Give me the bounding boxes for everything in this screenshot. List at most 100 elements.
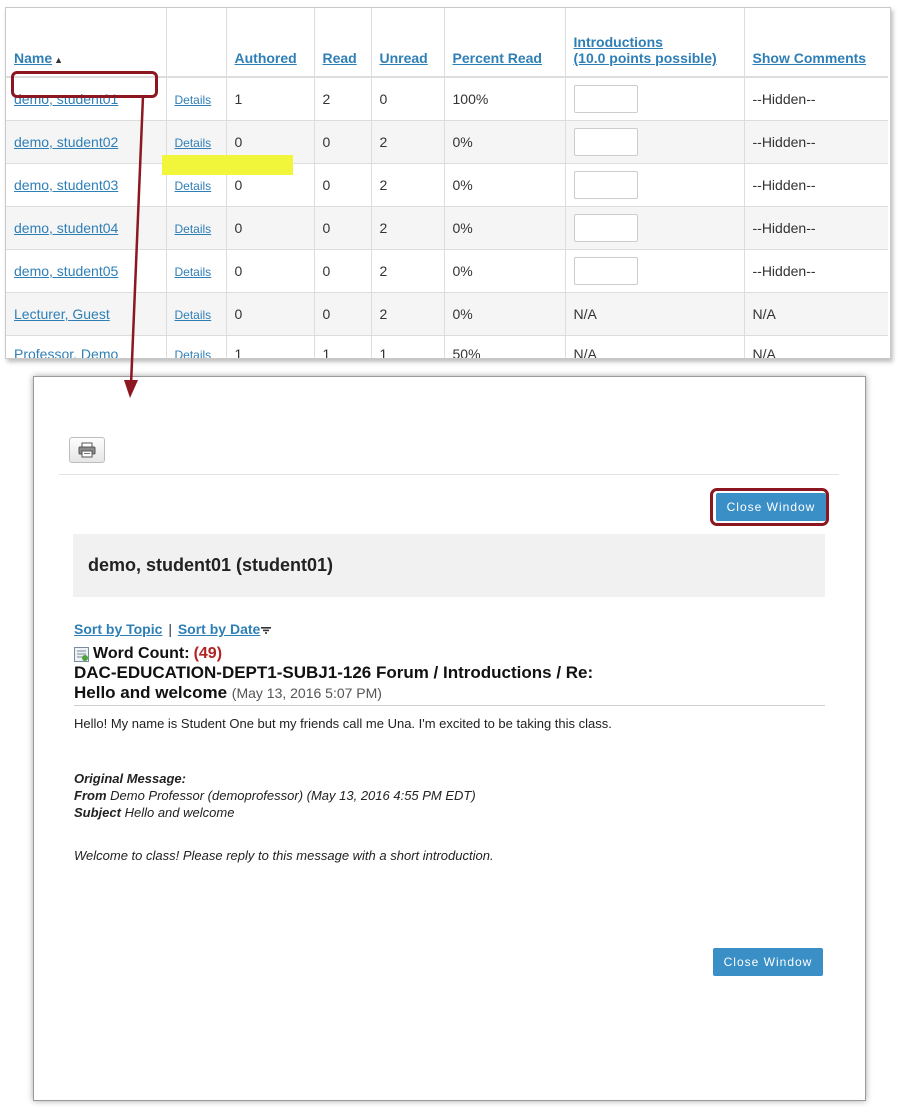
callout-close-window: [710, 488, 829, 526]
student-name-link[interactable]: demo, student04: [14, 220, 118, 236]
table-row: demo, student04 Details 0 0 2 0% --Hidde…: [6, 206, 888, 250]
sort-links: Sort by Topic | Sort by Date: [74, 621, 272, 637]
toolbar-divider: [59, 474, 839, 475]
original-message: Original Message: From Demo Professor (d…: [74, 770, 476, 821]
callout-student-name: [11, 71, 158, 98]
sort-by-read-link[interactable]: Read: [323, 50, 357, 66]
introductions-cell: N/A: [565, 292, 745, 336]
show-comments-link[interactable]: Show Comments: [753, 50, 867, 66]
percent-read-cell: 0%: [444, 206, 566, 250]
from-label: From: [74, 788, 107, 803]
sort-by-name-link[interactable]: Name: [14, 50, 52, 66]
comments-cell: --Hidden--: [744, 206, 888, 250]
table-row: demo, student05 Details 0 0 2 0% --Hidde…: [6, 249, 888, 293]
unread-cell: 2: [371, 206, 445, 250]
printer-icon: [78, 442, 96, 458]
details-popup-window: Close Window demo, student01 (student01)…: [33, 376, 866, 1101]
authored-cell: 1: [226, 335, 315, 358]
student-name-link[interactable]: demo, student05: [14, 263, 118, 279]
percent-read-cell: 0%: [444, 292, 566, 336]
header-details: [166, 8, 227, 78]
table-row: demo, student02 Details 0 0 2 0% --Hidde…: [6, 120, 888, 164]
introductions-grade-input[interactable]: [573, 257, 638, 285]
details-link[interactable]: Details: [175, 348, 212, 358]
introductions-cell: N/A: [565, 335, 745, 358]
authored-cell: 0: [226, 163, 315, 207]
original-message-label: Original Message:: [74, 771, 186, 786]
details-link[interactable]: Details: [175, 179, 212, 193]
comments-cell: N/A: [744, 335, 888, 358]
statistics-table: Name ▲ Authored Read Unread Percent Read …: [6, 8, 888, 358]
unread-cell: 1: [371, 335, 445, 358]
introductions-grade-input[interactable]: [573, 85, 638, 113]
introductions-grade-input[interactable]: [573, 171, 638, 199]
forum-statistics-panel: Name ▲ Authored Read Unread Percent Read …: [5, 7, 891, 359]
percent-read-cell: 0%: [444, 120, 566, 164]
unread-cell: 2: [371, 163, 445, 207]
authored-cell: 1: [226, 77, 315, 121]
header-name[interactable]: Name ▲: [6, 8, 167, 78]
percent-read-cell: 50%: [444, 335, 566, 358]
sort-by-percent-read-link[interactable]: Percent Read: [453, 50, 542, 66]
sort-by-unread-link[interactable]: Unread: [380, 50, 428, 66]
introductions-grade-input[interactable]: [573, 128, 638, 156]
student-name-link[interactable]: demo, student02: [14, 134, 118, 150]
percent-read-cell: 100%: [444, 77, 566, 121]
subject-label: Subject: [74, 805, 121, 820]
word-count-value: (49): [193, 645, 223, 662]
read-cell: 0: [314, 292, 372, 336]
word-count-label: Word Count:: [93, 645, 190, 662]
original-message-body: Welcome to class! Please reply to this m…: [74, 848, 494, 863]
unread-cell: 2: [371, 120, 445, 164]
table-row: Lecturer, Guest Details 0 0 2 0% N/A N/A: [6, 292, 888, 336]
print-button[interactable]: [69, 437, 105, 463]
table-row: demo, student03 Details 0 0 2 0% --Hidde…: [6, 163, 888, 207]
introductions-grade-input[interactable]: [573, 214, 638, 242]
sort-by-topic-link[interactable]: Sort by Topic: [74, 621, 162, 637]
read-cell: 2: [314, 77, 372, 121]
read-cell: 0: [314, 163, 372, 207]
read-cell: 0: [314, 206, 372, 250]
table-row: Professor, Demo Details 1 1 1 50% N/A N/…: [6, 335, 888, 358]
percent-read-cell: 0%: [444, 249, 566, 293]
comments-cell: N/A: [744, 292, 888, 336]
details-link[interactable]: Details: [175, 308, 212, 322]
sort-arrow-icon: [261, 627, 272, 634]
sort-by-date-link[interactable]: Sort by Date: [178, 621, 260, 637]
details-link[interactable]: Details: [175, 136, 212, 150]
sort-separator: |: [168, 621, 172, 637]
comments-cell: --Hidden--: [744, 77, 888, 121]
table-header-row: Name ▲ Authored Read Unread Percent Read …: [6, 8, 888, 78]
comments-cell: --Hidden--: [744, 163, 888, 207]
sort-by-authored-link[interactable]: Authored: [235, 50, 297, 66]
message-title-line2: Hello and welcome: [74, 683, 228, 702]
details-link[interactable]: Details: [175, 93, 212, 107]
introductions-header-line1: Introductions: [573, 34, 663, 50]
comments-cell: --Hidden--: [744, 120, 888, 164]
word-count: Word Count: (49): [74, 645, 222, 663]
percent-read-cell: 0%: [444, 163, 566, 207]
message-divider: [74, 705, 825, 706]
close-window-button-bottom[interactable]: Close Window: [713, 948, 823, 976]
authored-cell: 0: [226, 206, 315, 250]
read-cell: 0: [314, 249, 372, 293]
authored-cell: 0: [226, 249, 315, 293]
details-link[interactable]: Details: [175, 265, 212, 279]
student-name-link[interactable]: Lecturer, Guest: [14, 306, 110, 322]
authored-cell: 0: [226, 292, 315, 336]
read-cell: 1: [314, 335, 372, 358]
details-link[interactable]: Details: [175, 222, 212, 236]
unread-cell: 0: [371, 77, 445, 121]
read-cell: 0: [314, 120, 372, 164]
message-date: (May 13, 2016 5:07 PM): [231, 685, 382, 701]
subject-value: Hello and welcome: [124, 805, 235, 820]
unread-cell: 2: [371, 249, 445, 293]
student-name-link[interactable]: Professor, Demo: [14, 346, 118, 358]
message-title-line1: DAC-EDUCATION-DEPT1-SUBJ1-126 Forum / In…: [74, 663, 594, 682]
student-name-link[interactable]: demo, student03: [14, 177, 118, 193]
student-name-title: demo, student01 (student01): [88, 555, 334, 575]
comments-cell: --Hidden--: [744, 249, 888, 293]
sort-by-introductions-link[interactable]: Introductions (10.0 points possible): [574, 34, 717, 66]
introductions-header-line2: (10.0 points possible): [573, 50, 717, 66]
student-name-header: demo, student01 (student01): [73, 534, 825, 597]
